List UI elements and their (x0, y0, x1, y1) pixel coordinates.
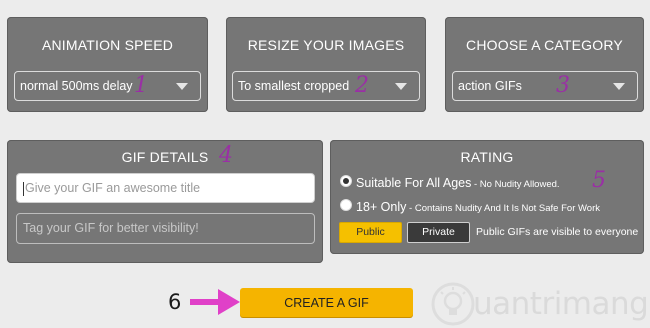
visibility-note: Public GIFs are visible to everyone (476, 226, 639, 238)
animation-speed-value: normal 500ms delay (20, 79, 133, 93)
gif-details-title: GIF DETAILS (121, 149, 209, 165)
public-button[interactable]: Public (339, 222, 402, 243)
radio-button[interactable] (340, 199, 352, 211)
rating-option-note: - No Nudity Allowed. (471, 179, 560, 190)
animation-speed-panel: ANIMATION SPEED normal 500ms delay 1 (7, 17, 208, 112)
watermark: uantrimang (431, 280, 649, 328)
step-marker-1: 1 (134, 73, 148, 98)
step-marker-5: 5 (592, 168, 606, 193)
rating-panel: RATING 5 Suitable For All Ages - No Nudi… (330, 140, 644, 254)
rating-option-label: 18+ Only (356, 200, 407, 214)
category-panel: CHOOSE A CATEGORY action GIFs 3 (445, 17, 644, 112)
gif-tags-input[interactable]: Tag your GIF for better visibility! (16, 213, 315, 244)
radio-button-checked[interactable] (340, 175, 352, 187)
gif-details-panel: GIF DETAILS 4 Give your GIF an awesome t… (7, 140, 323, 263)
create-gif-button[interactable]: CREATE A GIF (240, 288, 413, 317)
rating-option-note: - Contains Nudity And It Is Not Safe For… (406, 203, 600, 214)
chevron-down-icon (613, 83, 625, 90)
chevron-down-icon (395, 83, 407, 90)
gif-title-input[interactable]: Give your GIF an awesome title (16, 173, 315, 203)
resize-title: RESIZE YOUR IMAGES (247, 37, 405, 53)
resize-value: To smallest cropped (238, 79, 350, 93)
category-select[interactable]: action GIFs (452, 71, 638, 101)
category-value: action GIFs (458, 79, 522, 93)
animation-speed-select[interactable]: normal 500ms delay (14, 71, 201, 101)
chevron-down-icon (176, 83, 188, 90)
gif-title-placeholder: Give your GIF an awesome title (25, 181, 201, 195)
category-title: CHOOSE A CATEGORY (466, 37, 623, 53)
animation-speed-title: ANIMATION SPEED (41, 37, 174, 53)
step-marker-3: 3 (556, 73, 570, 98)
rating-option-label: Suitable For All Ages (356, 176, 472, 190)
step-marker-2: 2 (355, 73, 369, 98)
step-marker-4: 4 (219, 143, 233, 168)
gif-tags-placeholder: Tag your GIF for better visibility! (23, 221, 199, 235)
step-marker-6: 6 (168, 290, 182, 314)
resize-select[interactable]: To smallest cropped (232, 71, 420, 101)
create-gif-label: CREATE A GIF (284, 296, 369, 310)
rating-title: RATING (460, 149, 514, 165)
lightbulb-logo-icon (431, 282, 475, 326)
private-button[interactable]: Private (407, 222, 470, 243)
watermark-text: uantrimang (473, 286, 649, 322)
pointer-arrow-icon (190, 289, 240, 315)
resize-panel: RESIZE YOUR IMAGES To smallest cropped 2 (226, 17, 426, 112)
